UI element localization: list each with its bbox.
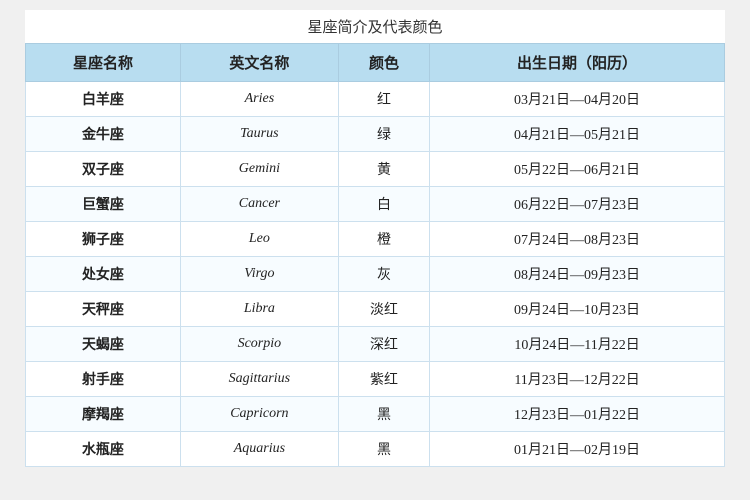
page-title: 星座简介及代表颜色 <box>25 10 725 43</box>
table-cell-4-1: Leo <box>180 222 338 257</box>
table-cell-4-3: 07月24日—08月23日 <box>430 222 725 257</box>
table-row: 狮子座Leo橙07月24日—08月23日 <box>26 222 725 257</box>
table-cell-7-2: 深红 <box>338 327 429 362</box>
table-cell-9-2: 黑 <box>338 397 429 432</box>
table-cell-1-1: Taurus <box>180 117 338 152</box>
table-cell-7-0: 天蝎座 <box>26 327 181 362</box>
table-row: 巨蟹座Cancer白06月22日—07月23日 <box>26 187 725 222</box>
table-header-cell: 出生日期（阳历） <box>430 44 725 82</box>
table-cell-3-2: 白 <box>338 187 429 222</box>
table-cell-1-0: 金牛座 <box>26 117 181 152</box>
table-cell-5-2: 灰 <box>338 257 429 292</box>
table-header-row: 星座名称英文名称颜色出生日期（阳历） <box>26 44 725 82</box>
table-cell-1-2: 绿 <box>338 117 429 152</box>
table-row: 白羊座Aries红03月21日—04月20日 <box>26 82 725 117</box>
table-cell-10-3: 01月21日—02月19日 <box>430 432 725 467</box>
table-cell-10-0: 水瓶座 <box>26 432 181 467</box>
table-cell-2-2: 黄 <box>338 152 429 187</box>
table-cell-2-0: 双子座 <box>26 152 181 187</box>
table-row: 天蝎座Scorpio深红10月24日—11月22日 <box>26 327 725 362</box>
table-cell-0-2: 红 <box>338 82 429 117</box>
table-row: 金牛座Taurus绿04月21日—05月21日 <box>26 117 725 152</box>
table-body: 白羊座Aries红03月21日—04月20日金牛座Taurus绿04月21日—0… <box>26 82 725 467</box>
table-cell-10-2: 黑 <box>338 432 429 467</box>
table-cell-5-0: 处女座 <box>26 257 181 292</box>
table-cell-0-1: Aries <box>180 82 338 117</box>
table-cell-0-0: 白羊座 <box>26 82 181 117</box>
table-row: 双子座Gemini黄05月22日—06月21日 <box>26 152 725 187</box>
table-cell-2-3: 05月22日—06月21日 <box>430 152 725 187</box>
main-container: 星座简介及代表颜色 星座名称英文名称颜色出生日期（阳历） 白羊座Aries红03… <box>25 10 725 467</box>
zodiac-table: 星座名称英文名称颜色出生日期（阳历） 白羊座Aries红03月21日—04月20… <box>25 43 725 467</box>
table-cell-10-1: Aquarius <box>180 432 338 467</box>
table-cell-2-1: Gemini <box>180 152 338 187</box>
table-cell-8-3: 11月23日—12月22日 <box>430 362 725 397</box>
table-header-cell: 星座名称 <box>26 44 181 82</box>
table-cell-5-3: 08月24日—09月23日 <box>430 257 725 292</box>
table-cell-6-1: Libra <box>180 292 338 327</box>
table-cell-1-3: 04月21日—05月21日 <box>430 117 725 152</box>
table-row: 射手座Sagittarius紫红11月23日—12月22日 <box>26 362 725 397</box>
table-cell-9-1: Capricorn <box>180 397 338 432</box>
table-cell-8-2: 紫红 <box>338 362 429 397</box>
table-cell-9-3: 12月23日—01月22日 <box>430 397 725 432</box>
table-cell-5-1: Virgo <box>180 257 338 292</box>
table-cell-3-3: 06月22日—07月23日 <box>430 187 725 222</box>
table-row: 摩羯座Capricorn黑12月23日—01月22日 <box>26 397 725 432</box>
table-row: 天秤座Libra淡红09月24日—10月23日 <box>26 292 725 327</box>
table-row: 水瓶座Aquarius黑01月21日—02月19日 <box>26 432 725 467</box>
table-header-cell: 英文名称 <box>180 44 338 82</box>
table-cell-3-1: Cancer <box>180 187 338 222</box>
table-cell-7-3: 10月24日—11月22日 <box>430 327 725 362</box>
table-cell-7-1: Scorpio <box>180 327 338 362</box>
table-cell-3-0: 巨蟹座 <box>26 187 181 222</box>
table-cell-0-3: 03月21日—04月20日 <box>430 82 725 117</box>
table-cell-6-3: 09月24日—10月23日 <box>430 292 725 327</box>
table-cell-6-0: 天秤座 <box>26 292 181 327</box>
table-header-cell: 颜色 <box>338 44 429 82</box>
table-row: 处女座Virgo灰08月24日—09月23日 <box>26 257 725 292</box>
table-cell-8-1: Sagittarius <box>180 362 338 397</box>
table-cell-6-2: 淡红 <box>338 292 429 327</box>
table-cell-9-0: 摩羯座 <box>26 397 181 432</box>
table-cell-8-0: 射手座 <box>26 362 181 397</box>
table-cell-4-2: 橙 <box>338 222 429 257</box>
table-cell-4-0: 狮子座 <box>26 222 181 257</box>
